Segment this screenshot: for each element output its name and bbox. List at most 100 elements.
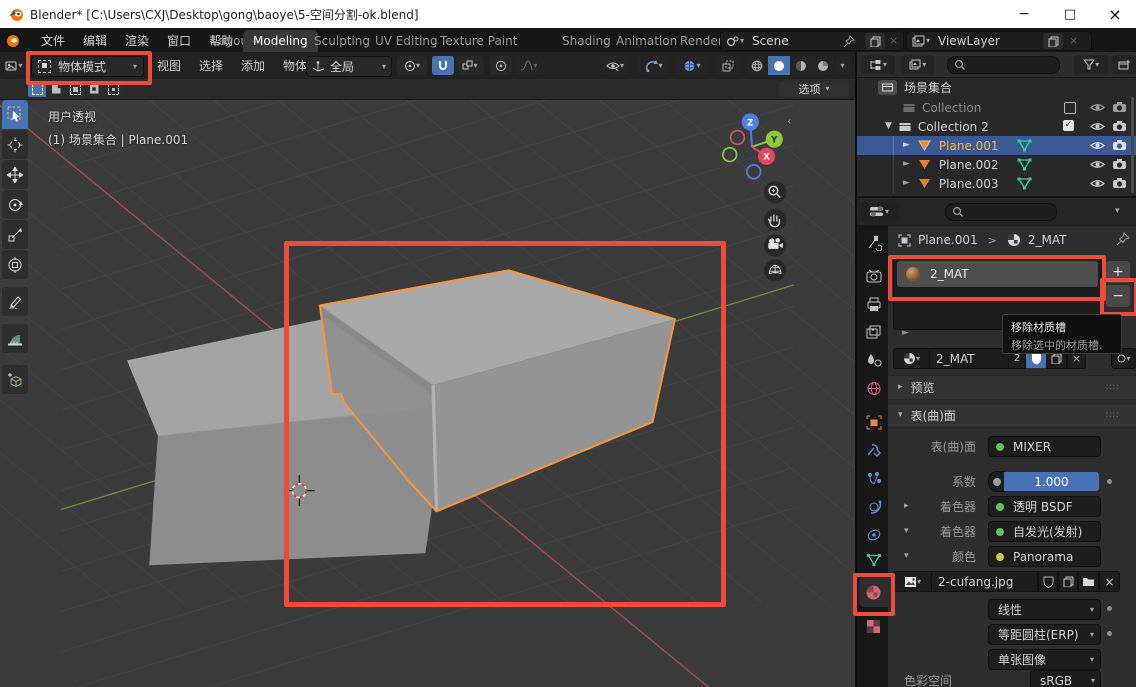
- menu-render[interactable]: 渲染: [116, 29, 158, 51]
- tab-output[interactable]: [857, 297, 890, 311]
- scene-name[interactable]: Scene: [752, 34, 789, 48]
- tab-shading[interactable]: Shading: [556, 30, 617, 52]
- overlays-toggle-button[interactable]: ▾: [676, 56, 708, 75]
- tool-transform[interactable]: [2, 250, 28, 279]
- object-row-plane-002[interactable]: ► Plane.002: [857, 155, 1136, 174]
- tab-object-data[interactable]: [857, 553, 890, 567]
- tool-move[interactable]: [2, 160, 28, 189]
- editor-type-button[interactable]: ▾: [3, 56, 25, 75]
- panel-preview[interactable]: ▸ 预览 ∷∷: [888, 375, 1136, 400]
- tab-view-layer[interactable]: [857, 325, 890, 339]
- tab-object[interactable]: [857, 415, 890, 430]
- color-panorama-field[interactable]: Panorama: [988, 546, 1101, 567]
- xray-toggle-button[interactable]: [716, 56, 740, 75]
- tool-annotate[interactable]: [2, 287, 28, 316]
- remove-view-layer-icon[interactable]: ×: [1069, 34, 1078, 47]
- tool-measure[interactable]: [2, 324, 28, 353]
- scene-collection-row[interactable]: 场景集合: [857, 78, 1136, 97]
- material-slot-item[interactable]: 2_MAT: [897, 261, 1098, 287]
- add-material-slot-button[interactable]: +: [1106, 261, 1130, 283]
- tab-modeling[interactable]: Modeling: [243, 30, 318, 52]
- browse-image-button[interactable]: ▾: [893, 571, 932, 592]
- outliner-editor-type-button[interactable]: ▾: [861, 55, 895, 74]
- select-mode-extend-button[interactable]: [47, 81, 65, 97]
- proportional-editing-button[interactable]: [490, 56, 512, 75]
- menu-edit[interactable]: 编辑: [74, 29, 116, 51]
- show-hide-dropdown[interactable]: ▾: [600, 56, 630, 75]
- slot-list-filter-expand[interactable]: ►: [902, 329, 909, 338]
- exclude-checkbox-unchecked[interactable]: [1064, 102, 1076, 114]
- tab-world[interactable]: [857, 381, 890, 396]
- image-copy-button[interactable]: [1058, 571, 1078, 592]
- projection-dropdown[interactable]: 等距圆柱(ERP) ▾: [988, 624, 1101, 645]
- expand-arrow-icon[interactable]: ▸: [904, 502, 909, 511]
- panel-drag-handle[interactable]: ∷∷: [1106, 411, 1119, 421]
- tool-select-box[interactable]: [2, 100, 28, 129]
- unlink-image-button[interactable]: ×: [1099, 571, 1120, 592]
- tool-add-cube[interactable]: [2, 365, 28, 394]
- tab-texture[interactable]: [857, 619, 890, 634]
- eye-icon[interactable]: [1090, 159, 1105, 170]
- shader-transparent-field[interactable]: 透明 BSDF: [988, 496, 1101, 517]
- shading-material-preview-button[interactable]: [790, 56, 812, 75]
- breadcrumb-object[interactable]: Plane.001: [918, 233, 978, 247]
- properties-options-dropdown[interactable]: ▾: [1115, 207, 1120, 216]
- properties-search-input[interactable]: [945, 203, 1057, 221]
- menu-select[interactable]: 选择: [190, 54, 232, 76]
- tab-tool[interactable]: [857, 235, 890, 251]
- tab-texture-paint[interactable]: Texture Paint: [434, 30, 523, 52]
- maximize-button[interactable]: □: [1048, 0, 1092, 28]
- pin-icon[interactable]: [1116, 232, 1130, 246]
- camera-visibility-icon[interactable]: [1112, 120, 1127, 132]
- open-image-folder-button[interactable]: [1078, 571, 1099, 592]
- expand-arrow-icon[interactable]: ▼: [885, 122, 892, 131]
- blender-menu-icon[interactable]: [4, 32, 21, 49]
- remove-material-slot-button[interactable]: −: [1106, 285, 1130, 307]
- object-row-plane-003[interactable]: ► Plane.003: [857, 174, 1136, 193]
- options-dropdown[interactable]: 选项 ▾: [779, 81, 849, 97]
- tool-scale[interactable]: [2, 220, 28, 249]
- camera-visibility-icon[interactable]: [1112, 101, 1127, 113]
- surface-shader-field[interactable]: MIXER: [988, 436, 1101, 457]
- minimize-button[interactable]: −: [1002, 0, 1046, 28]
- colorspace-dropdown[interactable]: sRGB ▾: [1030, 670, 1101, 687]
- select-mode-invert-button[interactable]: [85, 81, 103, 97]
- factor-slider[interactable]: 1.000: [1004, 472, 1099, 491]
- view-layer-name[interactable]: ViewLayer: [938, 34, 1000, 48]
- tab-uv-editing[interactable]: UV Editing: [369, 30, 444, 52]
- camera-visibility-icon[interactable]: [1112, 139, 1127, 151]
- tab-physics[interactable]: [857, 499, 890, 514]
- material-name-field[interactable]: 2_MAT: [930, 348, 1009, 369]
- pivot-point-button[interactable]: ▾: [397, 56, 427, 75]
- image-fake-user-button[interactable]: [1038, 571, 1058, 592]
- outliner-search-input[interactable]: [947, 56, 1061, 74]
- outliner-filter-button[interactable]: ▾: [1074, 55, 1108, 74]
- close-button[interactable]: ×: [1094, 0, 1136, 28]
- shading-wireframe-button[interactable]: [746, 56, 768, 75]
- new-collection-button[interactable]: [1112, 55, 1136, 74]
- panel-drag-handle[interactable]: ∷∷: [1106, 383, 1119, 393]
- expand-arrow-icon[interactable]: ►: [903, 141, 910, 150]
- browse-material-button[interactable]: ▾: [893, 348, 930, 369]
- select-mode-subtract-button[interactable]: [66, 81, 84, 97]
- shading-rendered-button[interactable]: [812, 56, 834, 75]
- camera-visibility-icon[interactable]: [1112, 158, 1127, 170]
- animate-decorator[interactable]: [1107, 631, 1112, 636]
- shader-emission-field[interactable]: 自发光(发射): [988, 521, 1101, 542]
- interpolation-dropdown[interactable]: 线性 ▾: [988, 599, 1101, 620]
- expand-arrow-icon[interactable]: ▾: [904, 552, 909, 561]
- menu-window[interactable]: 窗口: [158, 29, 200, 51]
- eye-icon[interactable]: [1090, 102, 1105, 113]
- object-row-plane-001[interactable]: ► Plane.001: [857, 136, 1136, 155]
- tab-animation[interactable]: Animation: [610, 30, 683, 52]
- shading-dropdown[interactable]: ▾: [835, 56, 850, 75]
- camera-visibility-icon[interactable]: [1112, 177, 1127, 189]
- eye-icon[interactable]: [1090, 121, 1105, 132]
- menu-add[interactable]: 添加: [232, 54, 274, 76]
- breadcrumb-material[interactable]: 2_MAT: [1028, 233, 1067, 247]
- proportional-falloff-button[interactable]: ▾: [514, 56, 544, 75]
- new-scene-button[interactable]: [865, 33, 885, 49]
- new-view-layer-button[interactable]: [1043, 33, 1063, 49]
- expand-arrow-icon[interactable]: ▾: [904, 527, 909, 536]
- scene-selector[interactable]: ▾ Scene ×: [720, 31, 904, 51]
